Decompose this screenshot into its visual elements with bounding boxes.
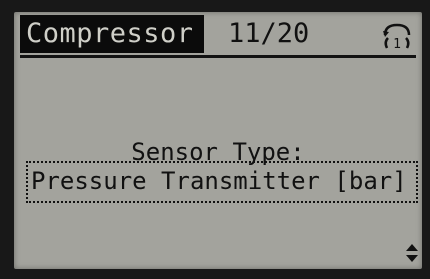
- setup-indicator-graphic: 1: [383, 23, 411, 52]
- setup-number: 1: [393, 37, 401, 52]
- page-counter: 11/20: [228, 18, 310, 49]
- active-setup-indicator-icon: 1: [380, 18, 414, 52]
- display-bezel: Compressor 11/20 1 Sensor Type: Pressure…: [0, 0, 430, 279]
- display-header: Compressor 11/20 1: [14, 12, 422, 58]
- parameter-value-field[interactable]: Pressure Transmitter [bar]: [26, 161, 418, 203]
- up-down-scroll-icon[interactable]: [405, 243, 419, 263]
- lcd-screen: Compressor 11/20 1 Sensor Type: Pressure…: [14, 12, 422, 269]
- menu-title: Compressor: [20, 15, 204, 53]
- scroll-arrows-graphic: [406, 244, 418, 262]
- header-divider: [20, 55, 416, 58]
